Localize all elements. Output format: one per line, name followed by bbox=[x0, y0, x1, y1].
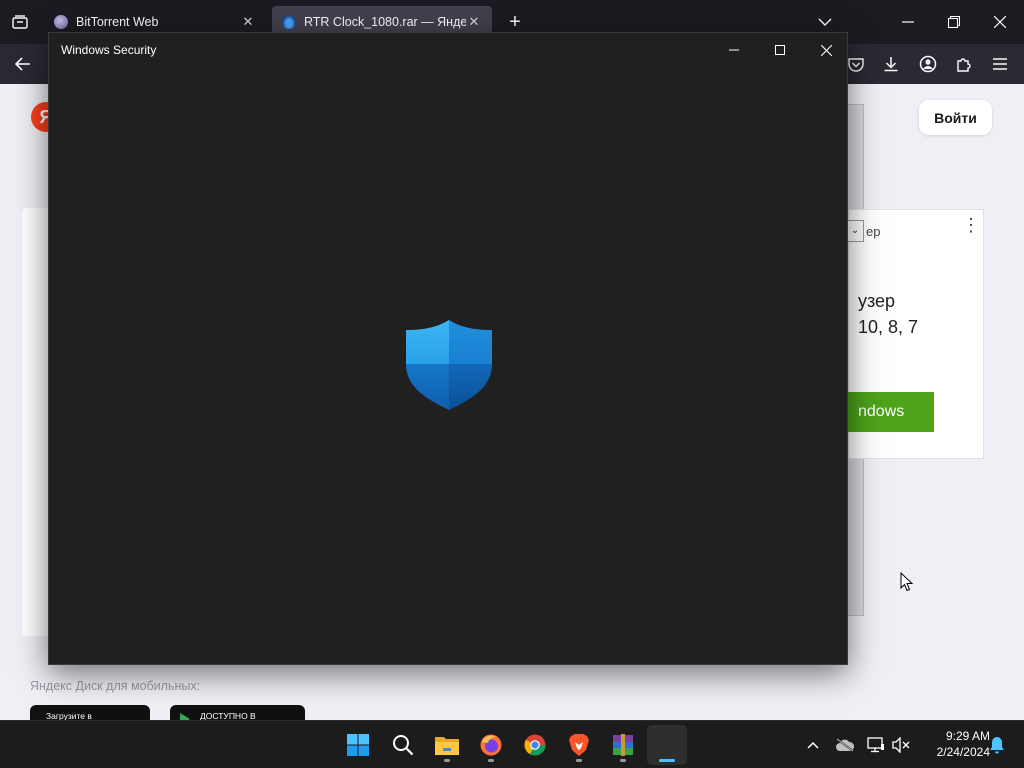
tab-close-icon[interactable]: ✕ bbox=[466, 14, 482, 30]
search-icon[interactable] bbox=[383, 725, 423, 765]
winrar-icon[interactable] bbox=[603, 725, 643, 765]
window-close-icon[interactable] bbox=[803, 35, 849, 65]
bittorrent-favicon-icon bbox=[54, 15, 68, 29]
active-indicator bbox=[659, 759, 675, 762]
minimize-icon[interactable] bbox=[891, 8, 925, 36]
tab-title: RTR Clock_1080.rar — Яндекс Д bbox=[304, 15, 466, 29]
account-icon[interactable] bbox=[917, 53, 939, 75]
maximize-icon[interactable] bbox=[937, 8, 971, 36]
mouse-cursor-icon bbox=[900, 572, 914, 592]
window-minimize-icon[interactable] bbox=[711, 35, 757, 65]
chrome-icon[interactable] bbox=[515, 725, 555, 765]
ad-subheadline: 10, 8, 7 bbox=[858, 317, 919, 337]
start-icon[interactable] bbox=[338, 725, 378, 765]
firefox-icon[interactable] bbox=[471, 725, 511, 765]
ad-more-options-icon[interactable]: ⋮ bbox=[962, 216, 980, 234]
close-icon[interactable] bbox=[983, 8, 1017, 36]
app-store-button[interactable]: Загрузите в bbox=[30, 705, 150, 720]
onedrive-icon[interactable] bbox=[835, 735, 855, 755]
file-explorer-icon[interactable] bbox=[427, 725, 467, 765]
notification-bell-icon[interactable] bbox=[987, 735, 1007, 755]
windows-security-window: Windows Security bbox=[48, 32, 848, 665]
clock-date: 2/24/2024 bbox=[936, 745, 990, 759]
brave-icon[interactable] bbox=[559, 725, 599, 765]
extensions-icon[interactable] bbox=[953, 53, 975, 75]
google-play-icon bbox=[180, 713, 190, 720]
login-button[interactable]: Войти bbox=[919, 100, 992, 135]
windows-security-taskbar-icon[interactable] bbox=[647, 725, 687, 765]
running-indicator bbox=[444, 759, 450, 762]
app-store-label: Загрузите в bbox=[46, 711, 92, 720]
running-indicator bbox=[620, 759, 626, 762]
volume-muted-icon[interactable] bbox=[891, 735, 911, 755]
menu-icon[interactable] bbox=[989, 53, 1011, 75]
tab-title: BitTorrent Web bbox=[76, 15, 159, 29]
google-play-button[interactable]: ДОСТУПНО В bbox=[170, 705, 305, 720]
ad-dropdown-chevron-icon[interactable]: ⌄ bbox=[846, 220, 864, 242]
tab-close-icon[interactable]: ✕ bbox=[240, 14, 256, 30]
windows-security-shield-icon bbox=[406, 320, 492, 410]
ad-headline: узер bbox=[858, 291, 896, 311]
network-icon[interactable] bbox=[866, 735, 886, 755]
window-title: Windows Security bbox=[61, 43, 157, 57]
yandex-disk-favicon-icon bbox=[282, 15, 296, 29]
running-indicator bbox=[576, 759, 582, 762]
back-icon[interactable] bbox=[12, 53, 34, 75]
ad-dropdown-text: ер bbox=[866, 224, 881, 239]
download-icon[interactable] bbox=[880, 53, 902, 75]
mobile-apps-caption: Яндекс Диск для мобильных: bbox=[30, 679, 201, 693]
running-indicator bbox=[488, 759, 494, 762]
google-play-label: ДОСТУПНО В bbox=[200, 711, 256, 720]
show-hidden-icons-chevron[interactable] bbox=[803, 735, 823, 755]
tab-list-icon[interactable] bbox=[8, 11, 32, 33]
windows-taskbar: 9:29 AM 2/24/2024 bbox=[0, 720, 1024, 768]
system-clock[interactable]: 9:29 AM 2/24/2024 bbox=[918, 728, 990, 760]
clock-time: 9:29 AM bbox=[945, 729, 990, 743]
ad-download-button[interactable]: ndows bbox=[848, 392, 934, 432]
window-maximize-icon[interactable] bbox=[757, 35, 803, 65]
new-tab-icon[interactable]: + bbox=[505, 12, 525, 32]
